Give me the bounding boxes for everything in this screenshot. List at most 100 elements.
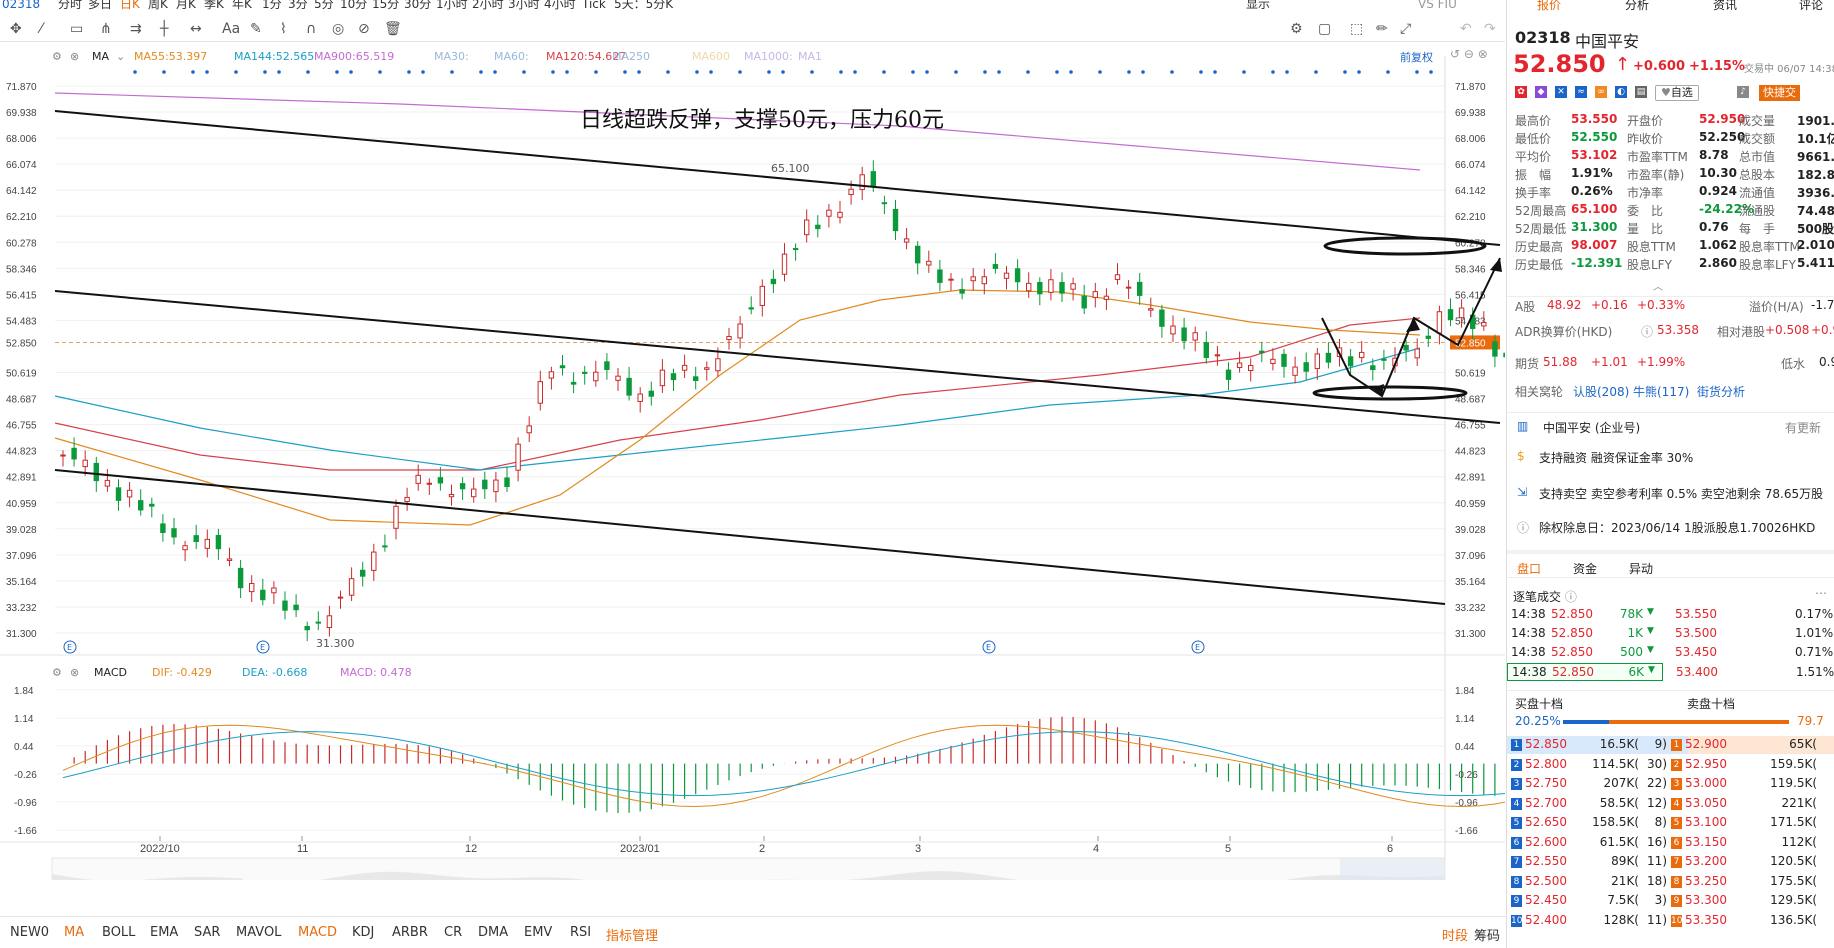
adr-info-icon[interactable]: ⓘ (1641, 323, 1653, 340)
warrants-call-link[interactable]: 认股(208) (1573, 383, 1629, 400)
ind-ema[interactable]: EMA (150, 925, 178, 940)
ask-price: 52.900 (1685, 737, 1727, 751)
time-label: 3 (915, 843, 921, 855)
price-tick-left: 66.074 (6, 160, 37, 171)
hk-flag-icon[interactable]: ✿ (1515, 86, 1527, 98)
bell-icon[interactable]: ♪ (1737, 86, 1749, 98)
tick-row[interactable]: 14:38 52.850 78K ▼ 53.550 0.17% (1507, 606, 1834, 624)
ind-emv[interactable]: EMV (524, 925, 552, 940)
chips-button[interactable]: 筹码 (1474, 925, 1500, 944)
candle-body (970, 276, 976, 282)
event-dot (925, 70, 929, 74)
ind-rsi[interactable]: RSI (570, 925, 591, 940)
ind-macd[interactable]: MACD (298, 925, 337, 940)
ind-manage[interactable]: 指标管理 (606, 925, 658, 944)
ind-new0[interactable]: NEW0 (10, 925, 49, 940)
tick-row[interactable]: 14:38 52.850 500 ▼ 53.450 0.71% (1507, 644, 1834, 662)
tab-news[interactable]: 资讯 (1713, 0, 1737, 13)
ticks-title-text: 逐笔成交 (1513, 590, 1562, 604)
app-icon-6[interactable]: ▤ (1635, 86, 1647, 98)
event-dot (1141, 70, 1145, 74)
event-dot (522, 70, 526, 74)
tab-comment[interactable]: 评论 (1799, 0, 1823, 13)
adr-row[interactable]: ADR换算价(HKD) ⓘ 53.358 相对港股 +0.508 +0.96 (1507, 322, 1834, 340)
candle-body (138, 500, 144, 511)
tab-quote[interactable]: 报价 (1537, 0, 1561, 13)
ind-cr[interactable]: CR (444, 925, 462, 940)
company-name: 中国平安 (企业号) (1543, 421, 1641, 435)
book-row[interactable]: 7 52.550 89K(11) 7 53.200 120.5K( (1507, 853, 1834, 871)
field-value: 1901.64万 (1797, 114, 1834, 128)
book-row[interactable]: 4 52.700 58.5K(12) 4 53.050 221K( (1507, 795, 1834, 813)
ind-sar[interactable]: SAR (194, 925, 220, 940)
ind-kdj[interactable]: KDJ (352, 925, 374, 940)
warrants-cbbc-link[interactable]: 牛熊(117) (1633, 383, 1689, 400)
event-dot (421, 70, 425, 74)
ind-ma[interactable]: MA (64, 925, 84, 940)
futures-row[interactable]: 期货 51.88 +1.01 +1.99% 低水 0.9 (1507, 354, 1834, 372)
ticks-info-icon[interactable]: ⓘ (1565, 590, 1577, 604)
app-icon-1[interactable]: ◆ (1535, 86, 1547, 98)
expand-chevron-icon[interactable]: ︿ (1653, 278, 1663, 293)
app-icon-2[interactable]: ✕ (1555, 86, 1567, 98)
book-row[interactable]: 6 52.600 61.5K(16) 6 53.150 112K( (1507, 834, 1834, 852)
field-value: 74.48亿 (1797, 204, 1834, 218)
event-dot (637, 70, 641, 74)
field-value: 8.78 (1699, 148, 1729, 162)
field-value: 182.8亿 (1797, 168, 1834, 182)
dea-line (62, 731, 1505, 797)
favorite-button[interactable]: ♥自选 (1655, 85, 1699, 101)
candle-body (1059, 281, 1065, 294)
book-row[interactable]: 5 52.650 158.5K(8) 5 53.100 171.5K( (1507, 814, 1834, 832)
info-icon: ⓘ (1517, 521, 1530, 535)
macd-settings-icon[interactable]: ⚙ (52, 666, 62, 679)
event-dot (709, 70, 713, 74)
price-tick-left: 40.959 (6, 499, 37, 510)
ind-boll[interactable]: BOLL (102, 925, 135, 940)
bid-volume: 89K( (1611, 854, 1639, 868)
tick-row[interactable]: 14:38 52.850 1K ▼ 53.500 1.01% (1507, 625, 1834, 643)
ticks-more-icon[interactable]: ⋯ (1815, 586, 1827, 600)
price-tick-left: 56.415 (6, 290, 37, 301)
quick-trade-button[interactable]: 快捷交 (1759, 85, 1800, 101)
book-row[interactable]: 10 52.400 128K(11) 10 53.350 136.5K( (1507, 912, 1834, 930)
book-row[interactable]: 1 52.850 16.5K(9) 1 52.900 65K( (1507, 736, 1834, 754)
app-icon-5[interactable]: ◐ (1615, 86, 1627, 98)
subtab-moves[interactable]: 异动 (1629, 560, 1653, 577)
event-dot (1127, 70, 1131, 74)
app-icon-3[interactable]: ≈ (1575, 86, 1587, 98)
book-row[interactable]: 8 52.500 21K(18) 8 53.250 175.5K( (1507, 873, 1834, 891)
ticks-list: 14:38 52.850 78K ▼ 53.550 0.17% 14:38 52.850 1K ▼… (1507, 606, 1834, 684)
subtab-orderbook[interactable]: 盘口 (1517, 560, 1541, 577)
candle-body (1503, 352, 1505, 358)
ashare-chg: +0.16 (1591, 298, 1628, 312)
ind-arbr[interactable]: ARBR (392, 925, 428, 940)
candle-body (1081, 295, 1087, 309)
subtab-capital[interactable]: 资金 (1573, 560, 1597, 577)
candle-body (1003, 272, 1010, 279)
bid-level: 6 (1511, 836, 1522, 849)
book-row[interactable]: 2 52.800 114.5K(30) 2 52.950 159.5K( (1507, 756, 1834, 774)
event-dot (1199, 70, 1203, 74)
candle-body (781, 253, 788, 275)
favorite-label: 自选 (1670, 86, 1693, 99)
tick-row[interactable]: 14:38 52.850 6K ▼ 53.400 1.51% (1507, 663, 1834, 681)
company-row[interactable]: ▥ 中国平安 (企业号) 有更新 (1507, 412, 1834, 438)
period-selector-button[interactable]: 时段 (1442, 925, 1468, 944)
ashare-row[interactable]: A股 48.92 +0.16 +0.33% 溢价(H/A) -1.76 (1507, 296, 1834, 314)
candle-body (1048, 279, 1054, 293)
warrants-analysis-link[interactable]: 街货分析 (1697, 383, 1745, 400)
bid-price: 52.750 (1525, 776, 1567, 790)
ratio-bar-bid (1563, 720, 1609, 724)
ind-mavol[interactable]: MAVOL (236, 925, 281, 940)
ratio-bar (1563, 720, 1789, 724)
app-icon-4[interactable]: ∞ (1595, 86, 1607, 98)
price-change-pct: +1.15% (1689, 59, 1745, 74)
field-label: 流通值 (1739, 186, 1776, 200)
book-row[interactable]: 9 52.450 7.5K(3) 9 53.300 129.5K( (1507, 892, 1834, 910)
field-label: 股息率TTM (1739, 240, 1800, 254)
ind-dma[interactable]: DMA (478, 925, 508, 940)
tab-analysis[interactable]: 分析 (1625, 0, 1649, 13)
book-row[interactable]: 3 52.750 207K(22) 3 53.000 119.5K( (1507, 775, 1834, 793)
macd-close-icon[interactable]: ⊗ (70, 666, 79, 679)
